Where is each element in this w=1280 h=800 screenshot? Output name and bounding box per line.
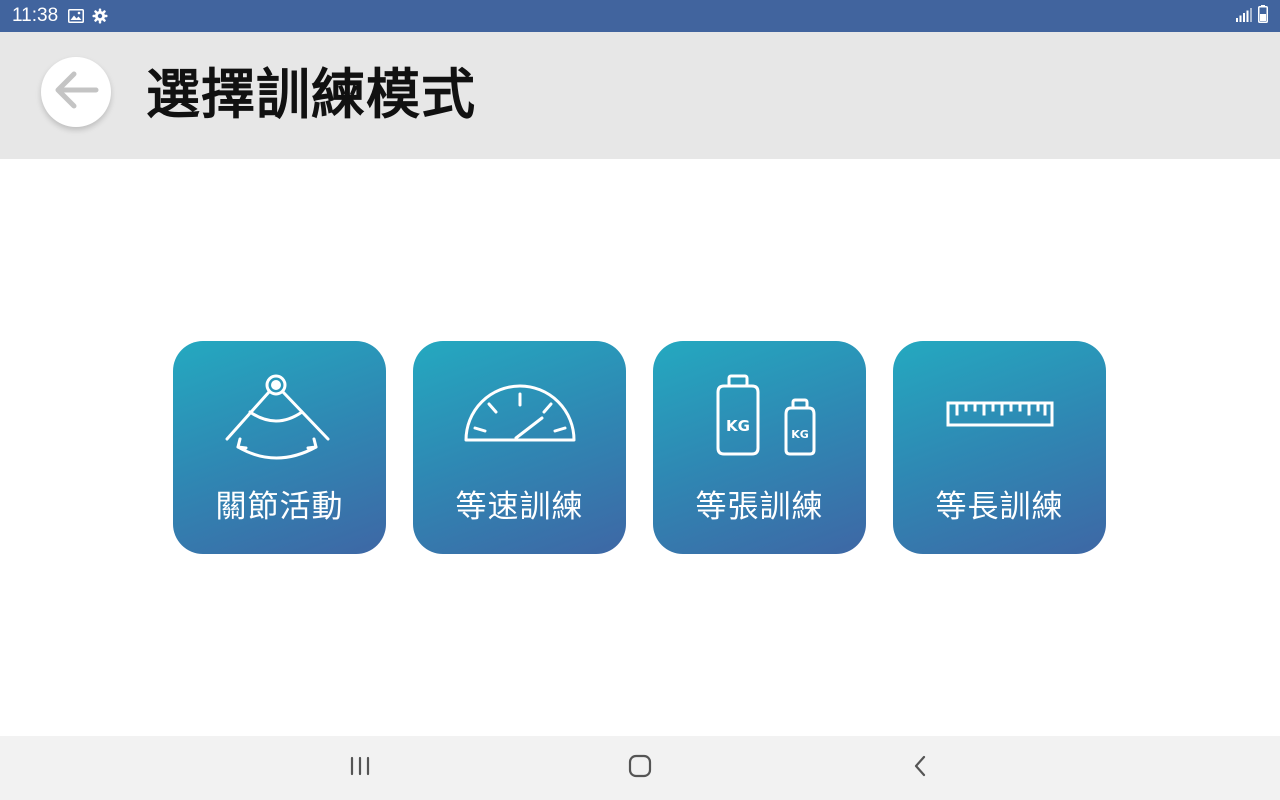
recent-apps-icon: [349, 756, 371, 780]
mode-label: 等速訓練: [455, 489, 584, 525]
mode-label: 等張訓練: [695, 489, 824, 525]
image-icon: [68, 9, 85, 23]
status-time: 11:38: [12, 5, 59, 26]
mode-selection-area: 關節活動 等速訓練 KG KG 等張訓練 等長訓練: [0, 159, 1280, 736]
app-header: 選擇訓練模式: [0, 32, 1280, 159]
arrow-left-icon: [52, 70, 100, 114]
svg-text:KG: KG: [726, 417, 750, 435]
weights-kg-icon: KG KG: [653, 365, 866, 465]
home-button[interactable]: [600, 736, 680, 800]
battery-icon: [1258, 5, 1268, 27]
speedometer-icon: [413, 365, 626, 465]
mode-card-isometric[interactable]: 等長訓練: [893, 341, 1106, 554]
signal-icon: [1236, 7, 1252, 26]
navigation-bar: [0, 736, 1280, 800]
home-icon: [628, 754, 652, 782]
ruler-icon: [893, 365, 1106, 465]
mode-label: 等長訓練: [935, 489, 1064, 525]
mode-card-isotonic[interactable]: KG KG 等張訓練: [653, 341, 866, 554]
back-button[interactable]: [41, 57, 111, 127]
page-title: 選擇訓練模式: [146, 63, 476, 126]
joint-angle-icon: [173, 365, 386, 465]
back-icon: [912, 754, 928, 782]
mode-card-joint-activity[interactable]: 關節活動: [173, 341, 386, 554]
system-back-button[interactable]: [880, 736, 960, 800]
gear-icon: [92, 8, 108, 24]
mode-label: 關節活動: [215, 489, 344, 525]
recent-apps-button[interactable]: [320, 736, 400, 800]
svg-text:KG: KG: [791, 428, 809, 441]
mode-card-isokinetic[interactable]: 等速訓練: [413, 341, 626, 554]
status-bar: 11:38: [0, 0, 1280, 32]
